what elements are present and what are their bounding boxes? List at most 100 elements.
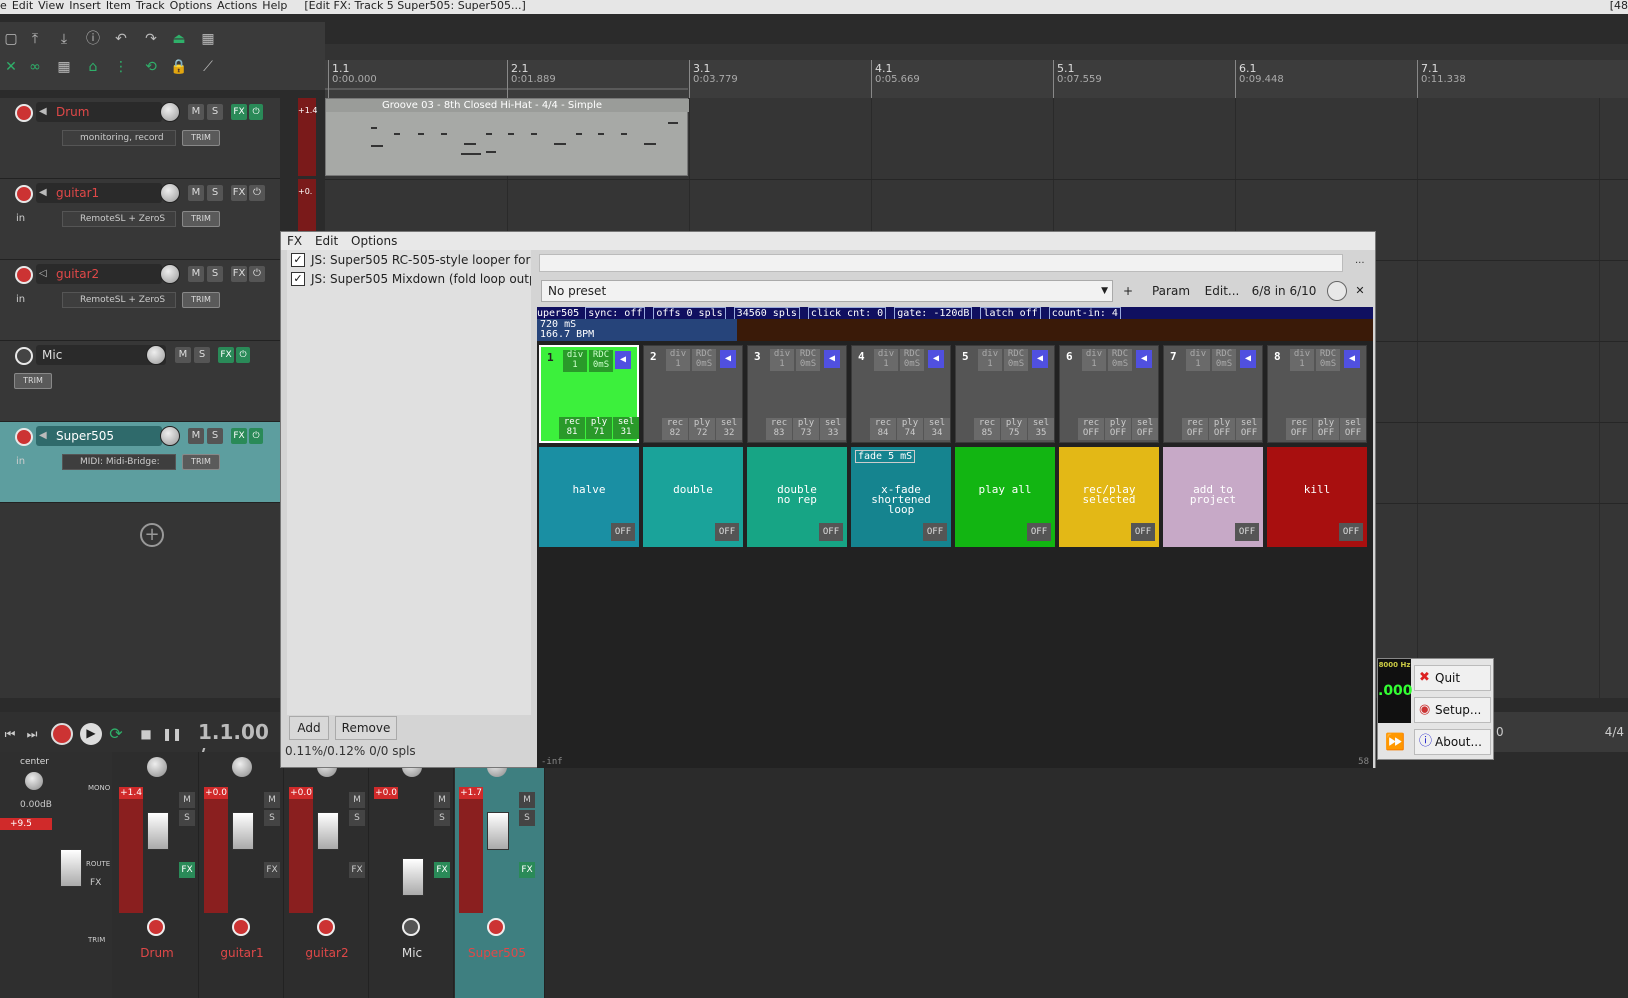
loop-slot-3[interactable]: 3 div 1 RDC 0mS ◀ rec 83 ply 73 sel 33 (747, 345, 847, 443)
trim-button[interactable]: TRIM (182, 211, 220, 227)
snap-icon[interactable]: ⌂ (82, 56, 104, 78)
more-button[interactable]: ... (1355, 255, 1365, 266)
time-signature[interactable]: 4/4 (1605, 712, 1624, 752)
speaker-icon[interactable]: ◀ (1136, 350, 1152, 368)
volume-fader[interactable] (317, 812, 339, 850)
mute-button[interactable]: M (175, 347, 191, 363)
solo-button[interactable]: S (207, 185, 223, 201)
play-cc[interactable]: ply OFF (1105, 418, 1131, 440)
trim-button[interactable]: TRIM (182, 454, 220, 470)
track-guitar2[interactable]: guitar2 ◁ M S FX ⏻ in RemoteSL + ZeroS T… (0, 260, 280, 341)
fx-button[interactable]: FX (231, 104, 247, 120)
solo-button[interactable]: S (264, 810, 280, 826)
mixer-strip-mic[interactable]: +0.0 M S FX Mic (370, 752, 454, 998)
mute-button[interactable]: M (519, 792, 535, 808)
menu-help[interactable]: Help (262, 0, 292, 11)
go-to-start-icon[interactable]: ⏮ (0, 724, 20, 744)
record-button[interactable] (51, 723, 73, 745)
rec-cc[interactable]: rec 85 (974, 418, 1000, 440)
rdc-control[interactable]: RDC 0mS (692, 349, 716, 371)
track-super505[interactable]: Super505 ◀ M S FX ⏻ in MIDI: Midi-Bridge… (0, 422, 280, 503)
track-name[interactable]: guitar1 (36, 183, 162, 203)
gate-field[interactable]: gate: -120dB (894, 307, 973, 319)
action-halve-button[interactable]: halve OFF (539, 447, 639, 547)
menu-track[interactable]: Track (136, 0, 170, 11)
volume-knob[interactable] (160, 183, 180, 203)
undo-icon[interactable]: ↶ (110, 28, 132, 50)
enable-checkbox[interactable]: ✓ (291, 272, 305, 286)
select-cc[interactable]: sel OFF (1132, 418, 1158, 440)
fx-parameter-field[interactable] (539, 254, 1343, 272)
mute-button[interactable]: M (188, 428, 204, 444)
speaker-icon[interactable]: ◁ (39, 269, 49, 279)
mixer-strip-super505[interactable]: +1.7 M S FX Super505 (455, 752, 545, 998)
volume-fader[interactable] (487, 812, 509, 850)
metronome-icon[interactable]: ⏏ (168, 28, 190, 50)
action-x-fade-shortened-loop-button[interactable]: fade 5 mS x-fade shortened loop OFF (851, 447, 951, 547)
action-cc[interactable]: OFF (923, 523, 947, 541)
pause-button[interactable]: ❚❚ (162, 724, 182, 744)
record-arm-button[interactable] (15, 428, 33, 446)
rdc-control[interactable]: RDC 0mS (1004, 349, 1028, 371)
loop-slot-8[interactable]: 8 div 1 RDC 0mS ◀ rec OFF ply OFF sel OFF (1267, 345, 1367, 443)
play-cc[interactable]: ply 72 (689, 418, 715, 440)
rdc-control[interactable]: RDC 0mS (900, 349, 924, 371)
fx-menu-fx[interactable]: FX (287, 234, 302, 248)
record-arm-button[interactable] (15, 266, 33, 284)
loop-slot-7[interactable]: 7 div 1 RDC 0mS ◀ rec OFF ply OFF sel OFF (1163, 345, 1263, 443)
fx-button[interactable]: FX (231, 266, 247, 282)
solo-button[interactable]: S (179, 810, 195, 826)
track-mic[interactable]: Mic M S FX ⏻ TRIM (0, 341, 280, 422)
record-arm-button[interactable] (317, 918, 335, 936)
rdc-control[interactable]: RDC 0mS (1108, 349, 1132, 371)
play-button[interactable]: ▶ (80, 723, 102, 745)
rec-cc[interactable]: rec OFF (1286, 418, 1312, 440)
speaker-icon[interactable]: ◀ (39, 431, 49, 441)
speaker-icon[interactable]: ◀ (824, 350, 840, 368)
param-button[interactable]: Param (1145, 280, 1197, 302)
action-kill-button[interactable]: kill OFF (1267, 447, 1367, 547)
grid-toggle-icon[interactable]: ▦ (197, 28, 219, 50)
fx-button[interactable]: FX (231, 185, 247, 201)
speaker-icon[interactable]: ◀ (39, 107, 49, 117)
fade-tag[interactable]: fade 5 mS (855, 450, 916, 463)
info-icon[interactable]: ⓘ (82, 28, 104, 50)
input-route-select[interactable]: MIDI: Midi-Bridge: (62, 454, 176, 470)
repeat-icon[interactable]: ⟳ (106, 724, 126, 744)
fx-menu-options[interactable]: Options (351, 234, 397, 248)
select-cc[interactable]: sel 31 (613, 417, 639, 439)
input-route-select[interactable]: monitoring, record (62, 130, 176, 146)
mixer-strip-guitar1[interactable]: +0.0 M S FX guitar1 (200, 752, 284, 998)
mono-label[interactable]: MONO (88, 784, 110, 792)
trim-button[interactable]: TRIM (182, 130, 220, 146)
go-to-end-icon[interactable]: ⏭ (22, 724, 42, 744)
click-count-field[interactable]: click cnt: 0 (807, 307, 887, 319)
track-name[interactable]: Super505 (36, 426, 162, 446)
rdc-control[interactable]: RDC 0mS (1212, 349, 1236, 371)
div-control[interactable]: div 1 (978, 349, 1002, 371)
fx-button[interactable]: FX (519, 862, 535, 878)
close-icon[interactable]: ✕ (1353, 280, 1367, 302)
fx-button[interactable]: FX (231, 428, 247, 444)
div-control[interactable]: div 1 (666, 349, 690, 371)
pan-knob[interactable] (25, 772, 43, 790)
action-double-no-rep-button[interactable]: double no rep OFF (747, 447, 847, 547)
trim-button[interactable]: TRIM (182, 292, 220, 308)
action-cc[interactable]: OFF (1339, 523, 1363, 541)
action-play-all-button[interactable]: play all OFF (955, 447, 1055, 547)
fx-button[interactable]: FX (264, 862, 280, 878)
menu-options[interactable]: Options (170, 0, 217, 11)
mute-button[interactable]: M (179, 792, 195, 808)
volume-knob[interactable] (146, 345, 166, 365)
rec-cc[interactable]: rec OFF (1078, 418, 1104, 440)
latch-toggle[interactable]: latch off (980, 307, 1041, 319)
volume-knob[interactable] (160, 426, 180, 446)
length-field[interactable]: 34560 spls (733, 307, 800, 319)
fx-bypass-icon[interactable]: ⏻ (249, 104, 263, 120)
fast-forward-icon[interactable]: ⏩ (1382, 731, 1408, 753)
action-cc[interactable]: OFF (1235, 523, 1259, 541)
play-cc[interactable]: ply 74 (897, 418, 923, 440)
speaker-icon[interactable]: ◀ (1032, 350, 1048, 368)
play-cc[interactable]: ply OFF (1313, 418, 1339, 440)
play-cc[interactable]: ply 73 (793, 418, 819, 440)
